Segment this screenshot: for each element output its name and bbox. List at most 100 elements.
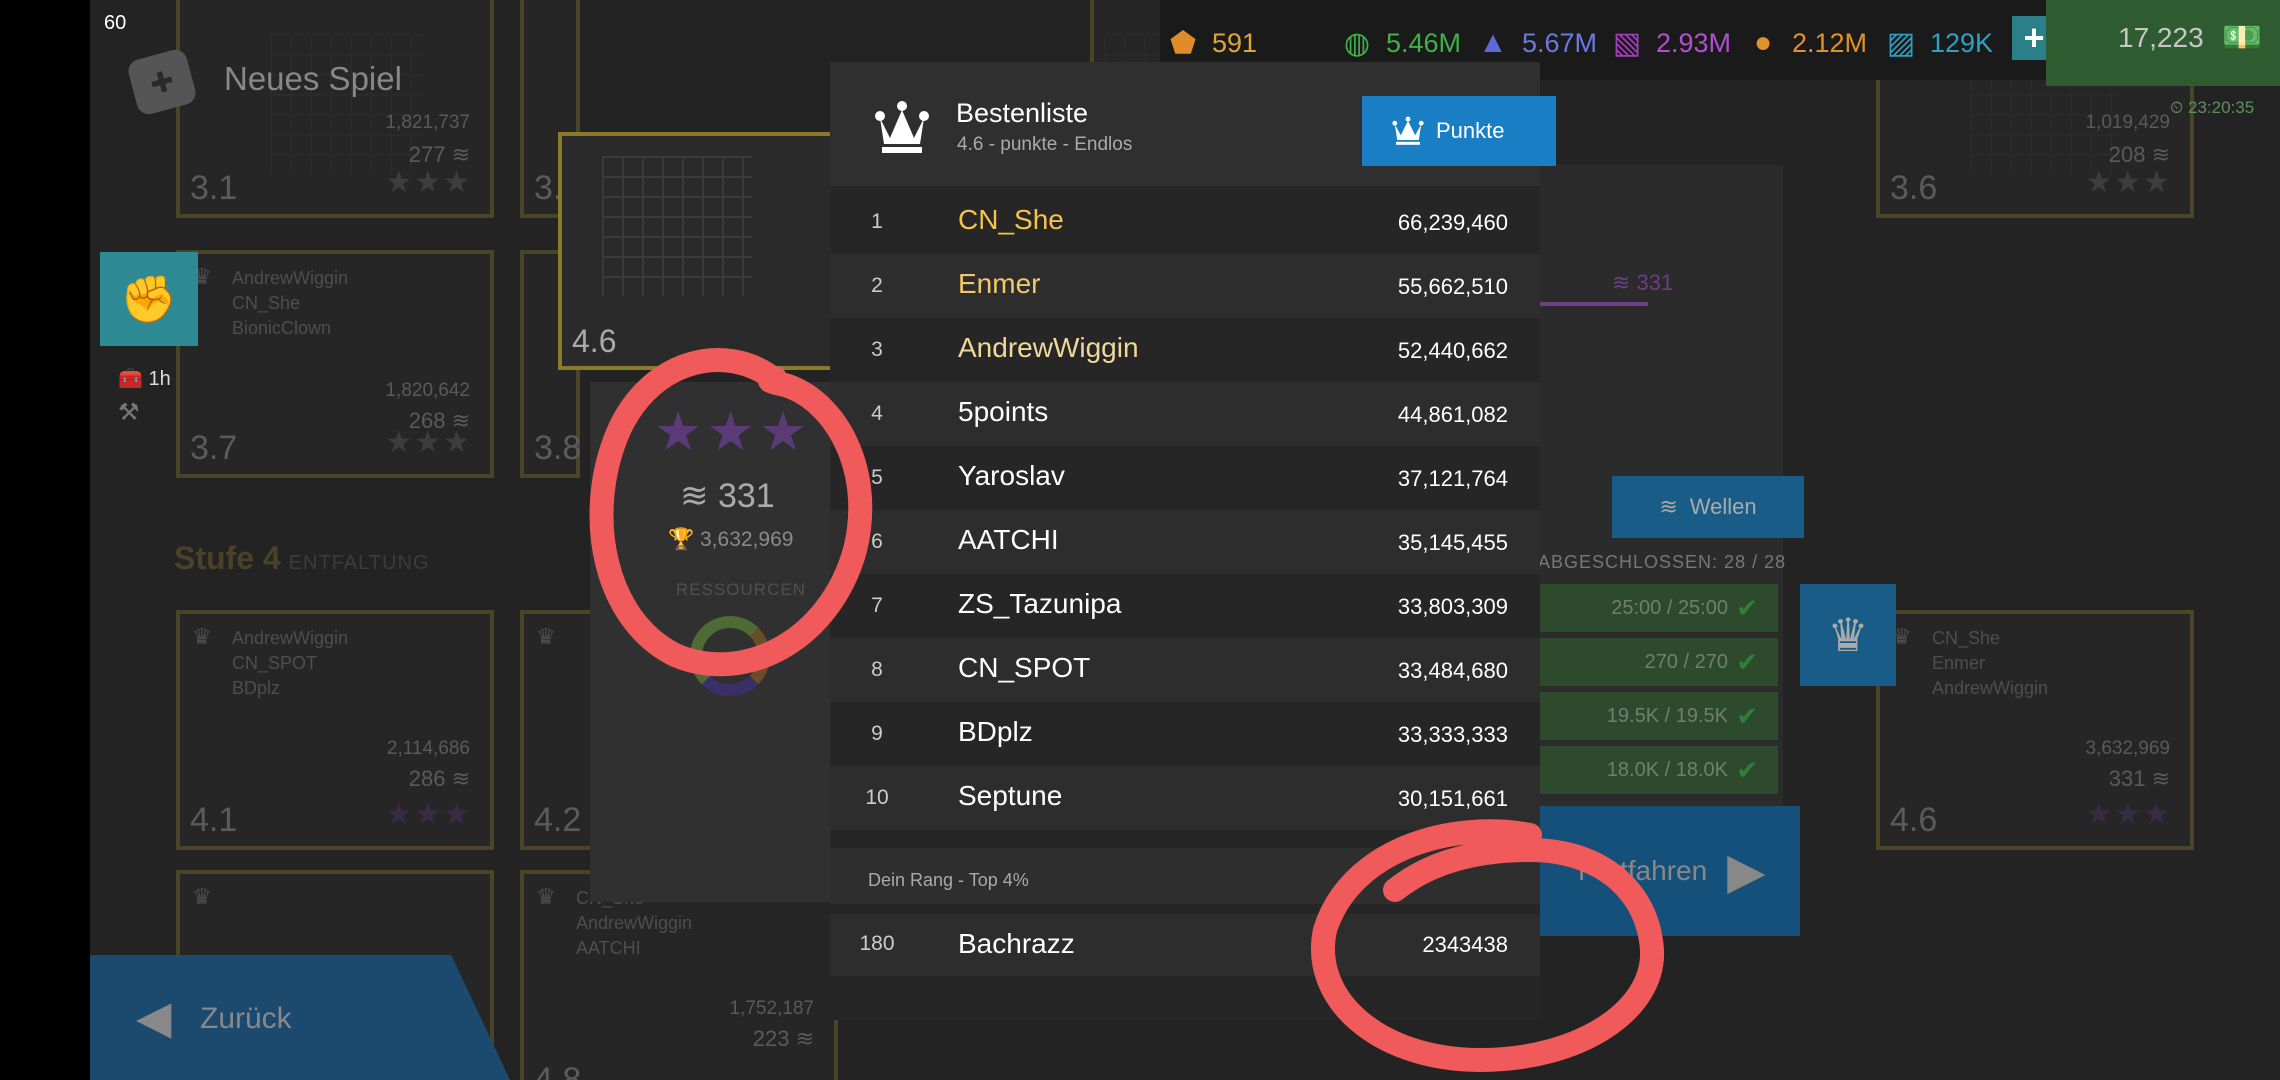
crown-icon: ♛ (536, 624, 556, 649)
resource-counter: ▧ 2.93M (1606, 22, 1731, 64)
rank-number: 1 (871, 210, 883, 233)
player-name: Bachrazz (958, 928, 1075, 959)
level-tile[interactable]: ♛ AndrewWiggin CN_She BionicClown 1,820,… (176, 250, 494, 478)
tile-score: 3,632,969 (2085, 738, 2170, 759)
player-score: 44,861,082 (1397, 402, 1508, 427)
annotation-circle (589, 348, 873, 677)
leaderboard-subtitle: 4.6 - punkte - Endlos (957, 134, 1133, 155)
player-score: 35,145,455 (1397, 530, 1508, 555)
side-timer: 🧰 1h (118, 368, 171, 390)
tile-score: 1,821,737 (385, 112, 470, 133)
leaderboard-row[interactable]: 6 AATCHI 35,145,455 (830, 510, 1540, 574)
green-leaf-icon: ◍ (1343, 26, 1371, 60)
resource-counter: ▨ 129K (1880, 22, 1993, 64)
tile-level-number: 3.6 (1890, 169, 1938, 207)
leaderboard-button[interactable]: ♛ (1800, 584, 1896, 686)
plus-icon: + (2023, 17, 2045, 58)
new-game-button[interactable]: Neues Spiel (224, 60, 402, 98)
player-name: Yaroslav (958, 460, 1065, 491)
pentagon-gem-icon: ⬟ (1169, 26, 1197, 60)
tile-players: AndrewWiggin CN_SPOT BDplz (232, 628, 349, 698)
check-icon: ✔ (1736, 592, 1758, 623)
level-tile[interactable]: ♛ AndrewWiggin CN_SPOT BDplz 2,114,686 2… (176, 610, 494, 850)
player-score: 33,333,333 (1397, 722, 1508, 747)
star-rating: ★★★ (385, 798, 472, 831)
goal-row: 18.0K / 18.0K ✔ (1538, 746, 1778, 794)
check-icon: ✔ (1736, 700, 1758, 731)
player-name: ZS_Tazunipa (958, 588, 1122, 619)
waves-stat: ≋ 331 (1612, 270, 1674, 295)
clock: ⏲ 23:20:35 (2170, 98, 2255, 117)
player-score: 37,121,764 (1397, 466, 1508, 491)
rank-number: 10 (865, 786, 889, 809)
level-map-thumbnail (270, 34, 420, 174)
player-name: 5points (958, 396, 1049, 427)
leaderboard-row[interactable]: 1 CN_She 66,239,460 (830, 190, 1540, 254)
crown-icon: ♛ (192, 884, 212, 909)
goal-row: 270 / 270 ✔ (1538, 638, 1778, 686)
star-rating: ★★★ (385, 166, 472, 199)
leaderboard-row[interactable]: 3 AndrewWiggin 52,440,662 (830, 318, 1540, 382)
tile-level-number: 3.7 (190, 429, 238, 467)
player-score: 66,239,460 (1397, 210, 1508, 235)
tile-score: 1,752,187 (729, 998, 814, 1019)
star-rating: ★★★ (2085, 166, 2172, 199)
rank-number: 9 (871, 722, 883, 745)
goal-row: 19.5K / 19.5K ✔ (1538, 692, 1778, 740)
player-name: CN_SPOT (958, 652, 1091, 683)
triangle-crystal-icon: ▲ (1478, 26, 1508, 59)
level-tile[interactable]: ♛ CN_She Enmer AndrewWiggin 3,632,969 33… (1876, 610, 2194, 850)
check-icon: ✔ (1736, 646, 1758, 677)
completed-goals-label: ABGESCHLOSSEN: 28 / 28 (1538, 552, 1787, 572)
resource-counter: ▲ 5.67M (1472, 22, 1597, 64)
player-score: 52,440,662 (1397, 338, 1508, 363)
leaderboard-row[interactable]: 4 5points 44,861,082 (830, 382, 1540, 446)
leaderboard-row[interactable]: 9 BDplz 33,333,333 (830, 702, 1540, 766)
resource-counter: ● 2.12M (1742, 22, 1867, 64)
tile-waves: 223 ≋ (752, 1026, 814, 1051)
money-icon: 💵 (2222, 19, 2262, 55)
tile-level-number: 4.6 (1890, 801, 1938, 839)
teal-stripes-icon: ▨ (1886, 26, 1916, 60)
rank-number: 2 (871, 274, 883, 297)
player-name: AATCHI (958, 524, 1059, 555)
back-arrow-icon: ◀ (136, 991, 172, 1043)
leaderboard-row[interactable]: 2 Enmer 55,662,510 (830, 254, 1540, 318)
tile-level-number: 4.8 (534, 1061, 582, 1080)
leaderboard-row[interactable]: 8 CN_SPOT 33,484,680 (830, 638, 1540, 702)
crown-icon (875, 101, 929, 153)
fist-icon[interactable]: ✊ (100, 252, 198, 346)
points-mode-button[interactable]: Punkte (1362, 96, 1556, 166)
waves-icon: ≋ (1659, 494, 1678, 519)
resource-counter: ⬟ 591 (1162, 22, 1257, 64)
tile-level-number: 3.1 (190, 169, 238, 207)
rank-number: 180 (859, 932, 895, 955)
leaderboard-title: Bestenliste (956, 98, 1089, 128)
waves-button[interactable]: ≋ Wellen (1612, 476, 1804, 538)
back-label: Zurück (200, 1002, 292, 1035)
leaderboard-row[interactable]: 5 Yaroslav 37,121,764 (830, 446, 1540, 510)
crown-icon: ♛ (192, 624, 212, 649)
tile-level-number: 4.1 (190, 801, 238, 839)
tile-score: 2,114,686 (386, 738, 470, 759)
player-score: 33,803,309 (1397, 594, 1508, 619)
player-score: 55,662,510 (1397, 274, 1508, 299)
tools-icon[interactable]: ⚒ (118, 398, 140, 427)
play-arrow-icon: ▶ (1727, 843, 1766, 899)
tile-score: 1,019,429 (2085, 112, 2170, 133)
annotation-circle (1311, 819, 1665, 1073)
chest-icon: 🧰 (118, 368, 143, 390)
leaderboard-row[interactable]: 7 ZS_Tazunipa 33,803,309 (830, 574, 1540, 638)
star-rating: ★★★ (385, 426, 472, 459)
star-rating: ★★★ (2085, 798, 2172, 831)
player-name: BDplz (958, 716, 1033, 747)
player-score: 30,151,661 (1397, 786, 1508, 811)
tile-waves: 286 ≋ (408, 766, 470, 791)
money-counter: 17,223 (2118, 22, 2204, 53)
crown-icon: ♛ (536, 884, 556, 909)
resource-counter: ◍ 5.46M (1336, 22, 1461, 64)
level-tile[interactable]: 1,821,737 277 ≋ ★★★ 3.1 (176, 0, 494, 218)
level-map-thumbnail (602, 156, 752, 296)
player-name: CN_She (958, 204, 1064, 235)
player-score: 33,484,680 (1397, 658, 1508, 683)
